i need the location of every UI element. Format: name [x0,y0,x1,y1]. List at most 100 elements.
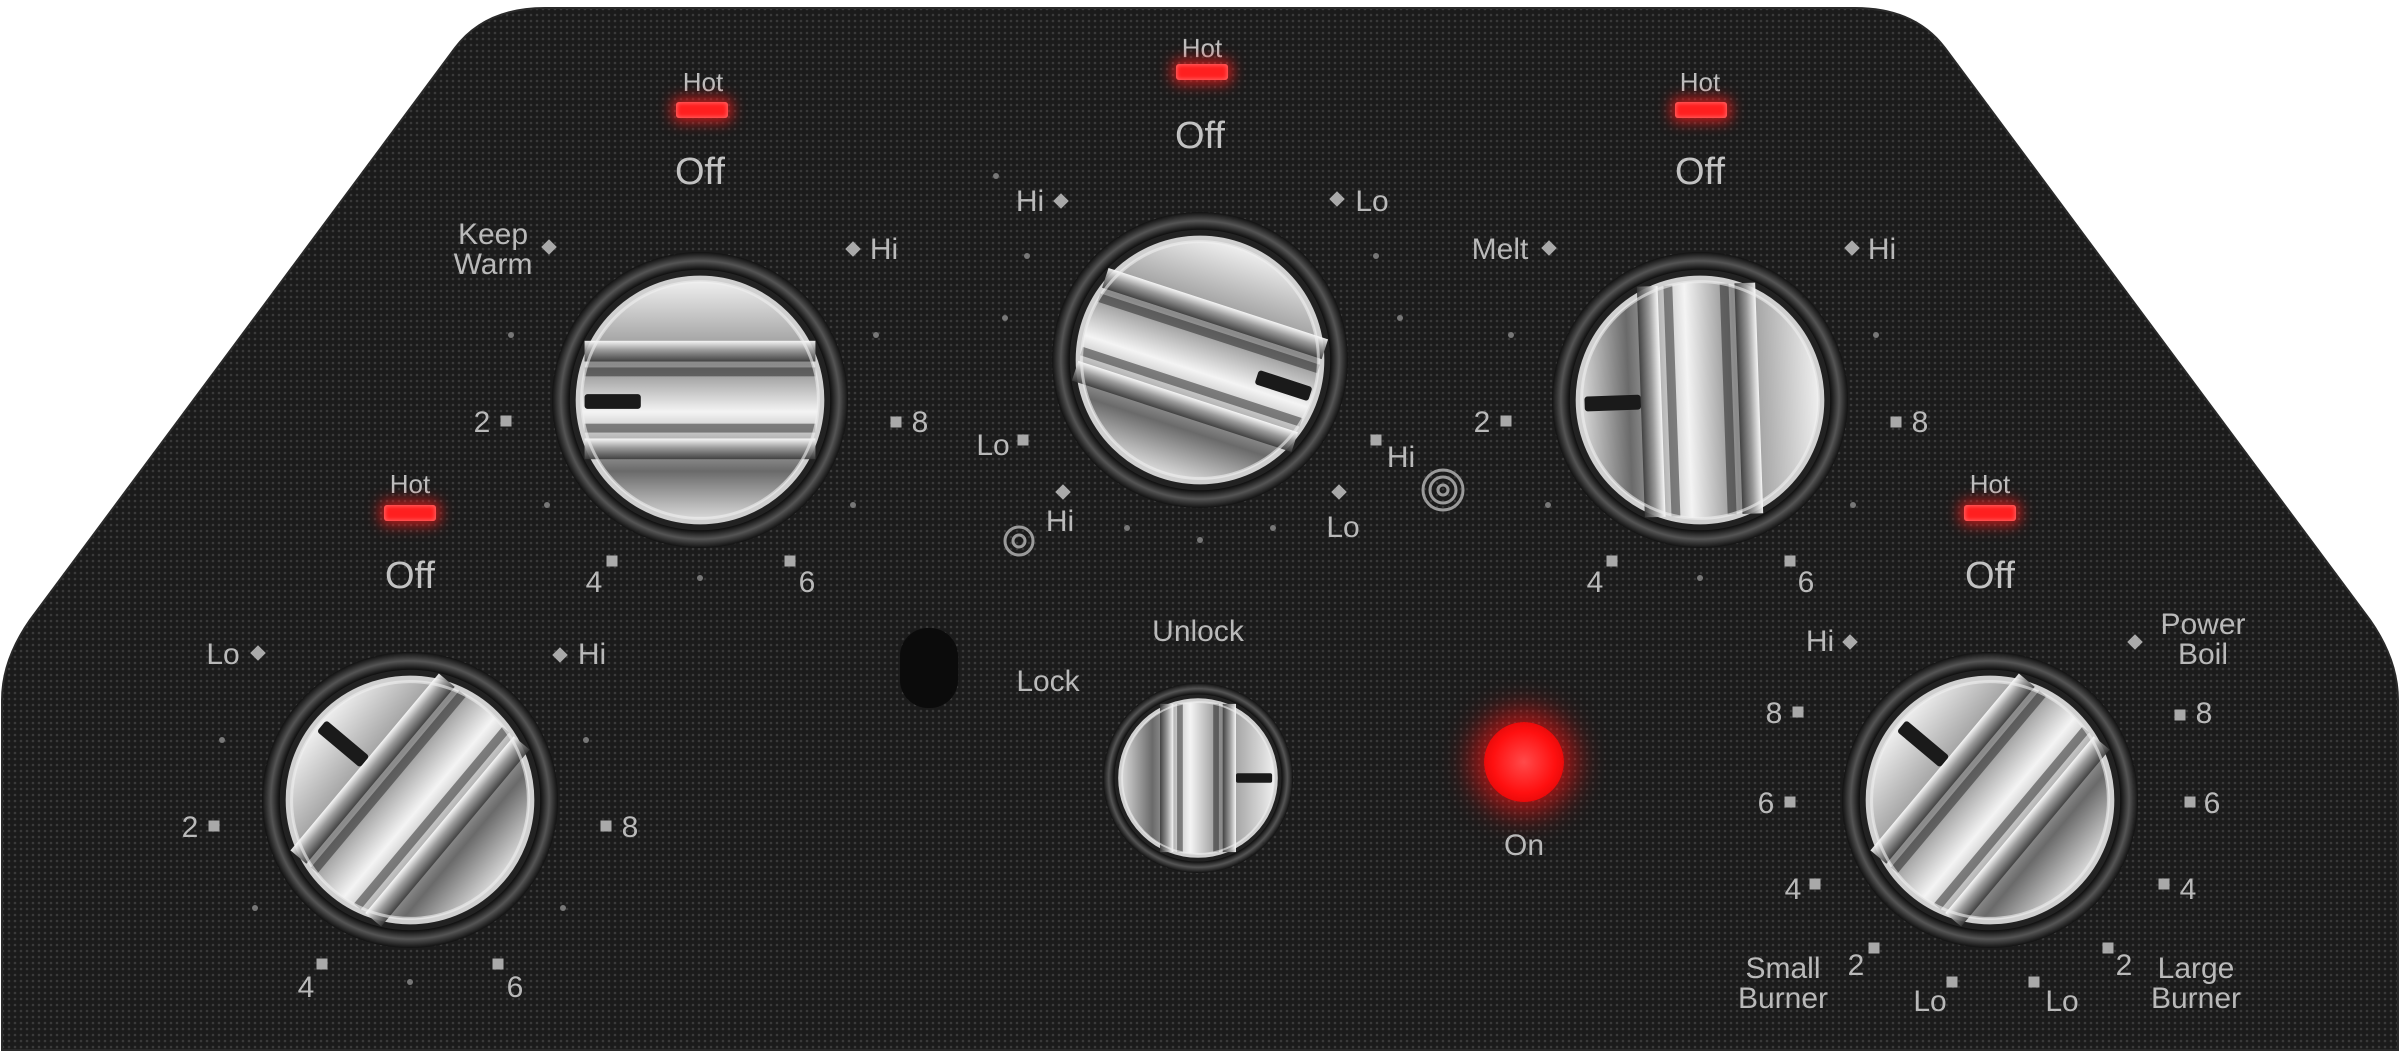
off-label-left-front: Off [385,555,435,597]
hi-label-left-front: Hi [577,638,607,671]
scale-marker [1809,878,1821,890]
lo-left-label-center: Lo [976,429,1010,462]
hot-indicator-icon [1964,505,2016,521]
lock-label: Lock [1016,665,1080,698]
hi-right-label-center: Hi [1386,441,1416,474]
hot-label-left-rear: Hot [682,67,724,97]
six-label-left-rear: 6 [798,566,816,599]
scale-marker [1370,434,1382,446]
four-left-label-right-front: 4 [1784,873,1802,906]
two-left-label-right-front: 2 [1847,949,1865,982]
scale-dot [1508,332,1514,338]
lo-bottom-label-center: Lo [1326,511,1360,544]
scale-dot [1002,315,1008,321]
scale-marker [2158,878,2170,890]
scale-dot [560,905,566,911]
scale-marker [2028,976,2040,988]
scale-marker [1784,555,1796,567]
hot-label-center-rear: Hot [1181,33,1223,63]
four-label-left-front: 4 [297,971,315,1004]
hot-indicator-icon [1176,64,1228,80]
off-label-right-rear: Off [1675,151,1725,193]
dual-element-icon [1420,467,1466,513]
scale-marker [316,958,328,970]
scale-marker [890,416,902,428]
eight-left-label-right-front: 8 [1765,697,1783,730]
lo-left-label-right-front: Lo [1913,985,1947,1018]
right-rear-burner-knob[interactable] [1552,252,1848,548]
six-right-label-right-front: 6 [2203,787,2221,820]
lock-knob[interactable] [1103,683,1293,873]
scale-marker [500,415,512,427]
hot-label-right-front: Hot [1969,469,2011,499]
center-rear-bridge-knob[interactable] [1052,212,1348,508]
hot-indicator-icon [676,102,728,118]
right-front-burner-knob[interactable] [1842,652,2138,948]
six-label-right-rear: 6 [1797,566,1815,599]
scale-dot [1850,502,1856,508]
scale-dot [252,905,258,911]
unlock-label: Unlock [1152,615,1244,648]
scale-marker [600,820,612,832]
lo-top-label-center: Lo [1355,185,1389,218]
off-label-right-front: Off [1965,555,2015,597]
scale-dot [219,737,225,743]
melt-label: Melt [1471,233,1529,266]
scale-marker [492,958,504,970]
scale-dot [508,332,514,338]
hi-label-right-front: Hi [1805,625,1835,658]
hi-label-right-rear: Hi [1867,233,1897,266]
single-element-icon [1002,524,1036,558]
power-boil-label: Power Boil [2160,608,2246,671]
scale-dot [1873,332,1879,338]
scale-dot [583,737,589,743]
hi-label-left-rear: Hi [869,233,899,266]
hot-label-right-rear: Hot [1679,67,1721,97]
four-label-right-rear: 4 [1586,566,1604,599]
eight-right-label-right-front: 8 [2195,697,2213,730]
on-indicator-icon [1484,722,1564,802]
hi-top-label-center: Hi [1015,185,1045,218]
scale-dot [993,173,999,179]
hot-label-left-front: Hot [389,469,431,499]
scale-dot [1397,315,1403,321]
left-rear-burner-knob[interactable] [552,252,848,548]
scale-marker [606,555,618,567]
lo-right-label-right-front: Lo [2045,985,2079,1018]
left-front-burner-knob[interactable] [262,652,558,948]
scale-dot [697,575,703,581]
scale-dot [873,332,879,338]
scale-marker [1606,555,1618,567]
eight-label-right-rear: 8 [1911,406,1929,439]
scale-dot [1373,253,1379,259]
on-label: On [1503,829,1545,862]
two-label-right-rear: 2 [1473,406,1491,439]
scale-marker [1017,434,1029,446]
scale-dot [1697,575,1703,581]
scale-marker [784,555,796,567]
four-label-left-rear: 4 [585,566,603,599]
scale-dot [1124,525,1130,531]
scale-marker [1890,416,1902,428]
lo-label-left-front: Lo [206,638,240,671]
off-label-center-rear: Off [1175,115,1225,157]
scale-marker [208,820,220,832]
four-right-label-right-front: 4 [2179,873,2197,906]
scale-marker [1792,706,1804,718]
scale-dot [407,979,413,985]
keep-warm-label: Keep Warm [453,218,533,281]
two-right-label-right-front: 2 [2115,949,2133,982]
hi-bottom-label-center: Hi [1045,505,1075,538]
scale-dot [544,502,550,508]
scale-marker [2174,709,2186,721]
scale-marker [2184,796,2196,808]
scale-marker [1784,796,1796,808]
lock-sensor-icon[interactable] [900,628,958,708]
six-label-left-front: 6 [506,971,524,1004]
scale-dot [1024,253,1030,259]
eight-label-left-front: 8 [621,811,639,844]
eight-label-left-rear: 8 [911,406,929,439]
large-burner-label: Large Burner [2150,952,2242,1015]
two-label-left-rear: 2 [473,406,491,439]
hot-indicator-icon [384,505,436,521]
